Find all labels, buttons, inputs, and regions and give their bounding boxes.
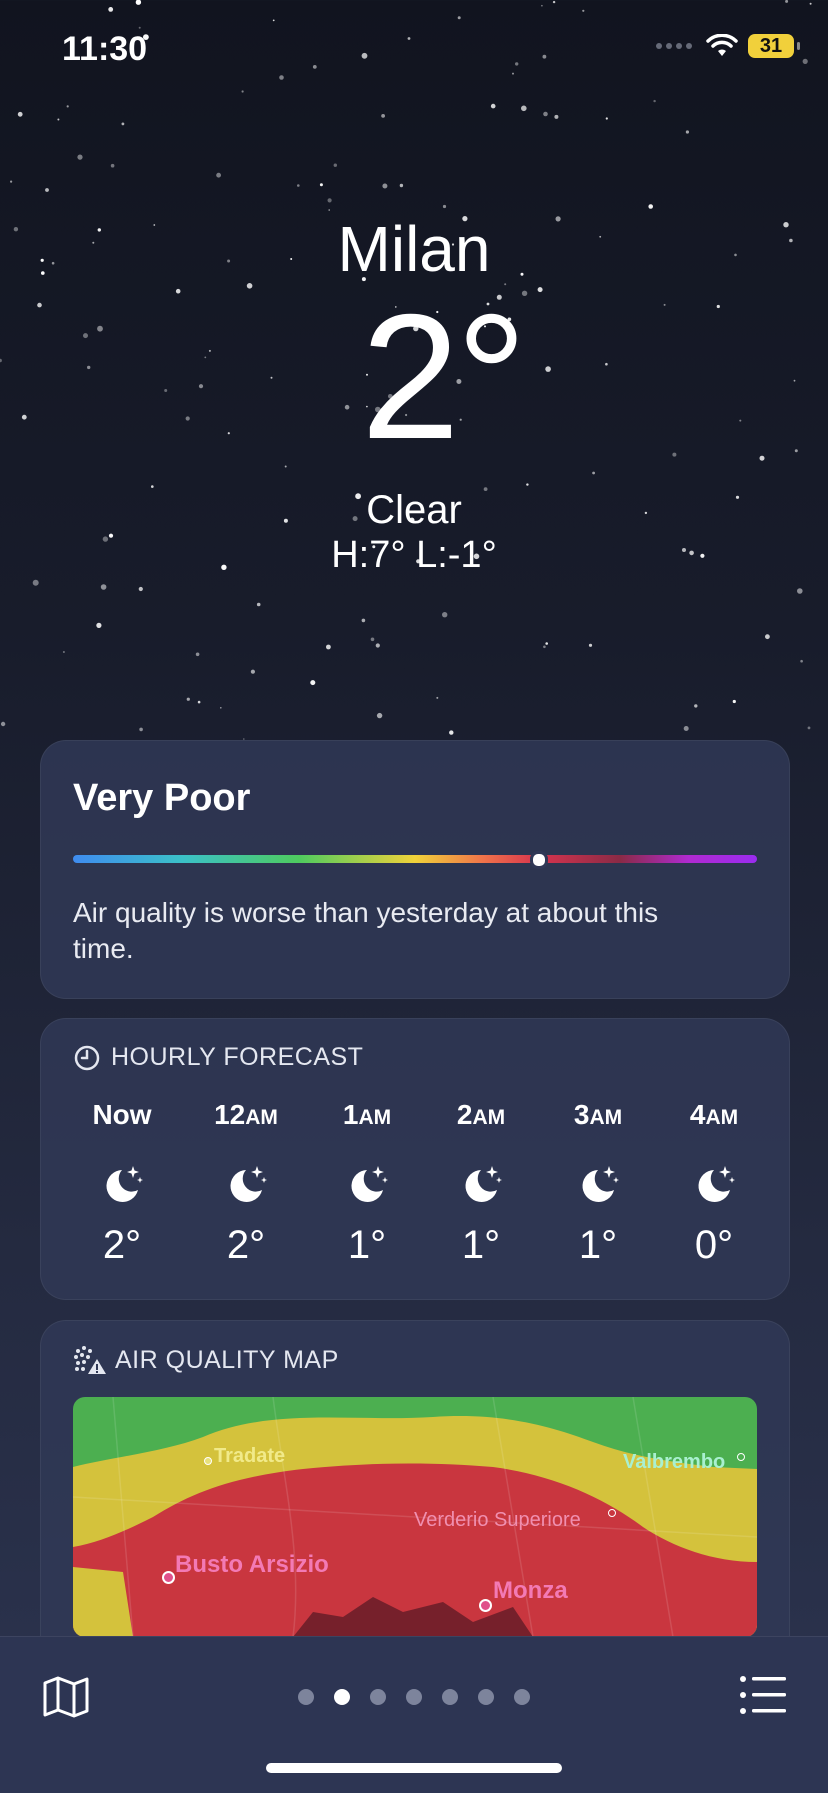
air-quality-map[interactable]: Tradate Valbrembo Verderio Superiore Bus… [73, 1397, 757, 1637]
map-pin-verderio-superiore [608, 1509, 616, 1517]
moon-stars-icon [351, 1166, 388, 1202]
hour-temperature: 1° [461, 1223, 501, 1267]
hour-temperature: 1° [578, 1223, 618, 1267]
air-quality-description: Air quality is worse than yesterday at a… [73, 897, 659, 964]
cellular-signal-icon [656, 43, 692, 49]
moon-stars-icon [582, 1166, 619, 1202]
air-quality-marker [530, 851, 549, 869]
wifi-icon [706, 34, 738, 56]
status-bar: 11:30 31 [0, 0, 828, 100]
moon-stars-icon [698, 1166, 735, 1202]
hour-label: Now [92, 1099, 152, 1130]
hour-label: 2AM [456, 1099, 506, 1130]
list-icon[interactable] [740, 1675, 786, 1715]
hour-label: 3AM [573, 1099, 623, 1130]
page-dot[interactable] [442, 1689, 458, 1705]
map-pin-monza [479, 1599, 492, 1612]
hourly-forecast-card[interactable]: HOURLY FORECAST Now 2° 12AM 2° 1AM 1° 2AM 1° 3AM… [40, 1018, 790, 1300]
hour-temperature: 2° [226, 1223, 266, 1267]
city-name: Milan [337, 213, 491, 285]
page-dot-active[interactable] [334, 1689, 350, 1705]
air-quality-map-header: AIR QUALITY MAP [73, 1345, 339, 1375]
map-pin-busto-arsizio [162, 1571, 175, 1584]
page-dot[interactable] [406, 1689, 422, 1705]
battery-level: 31 [759, 34, 783, 57]
hourly-forecast-scroller[interactable]: Now 2° 12AM 2° 1AM 1° 2AM 1° 3AM 1° 4AM 0° 5AM [41, 1099, 789, 1289]
condition-text: Clear [366, 488, 462, 532]
hourly-forecast-item: 5AM [767, 1099, 789, 1223]
air-quality-card[interactable]: Very Poor Air quality is worse than yest… [40, 740, 790, 999]
air-quality-warning-icon [74, 1346, 106, 1374]
page-dot[interactable] [370, 1689, 386, 1705]
hour-label: 1AM [342, 1099, 392, 1130]
current-temperature: 2° [360, 277, 527, 476]
battery-icon: 31 [748, 34, 800, 58]
map-label-valbrembo: Valbrembo [623, 1451, 726, 1473]
moon-stars-icon [106, 1166, 143, 1202]
hourly-forecast-item: 2AM 1° [426, 1099, 536, 1268]
air-quality-map-title: AIR QUALITY MAP [115, 1345, 339, 1374]
page-dot[interactable] [298, 1689, 314, 1705]
moon-stars-icon [465, 1166, 502, 1202]
hourly-forecast-item: 1AM 1° [312, 1099, 422, 1268]
map-pin-valbrembo [737, 1453, 745, 1461]
map-label-monza: Monza [493, 1577, 568, 1604]
hourly-forecast-item: 3AM 1° [543, 1099, 653, 1268]
high-low-text: H:7° L:-1° [331, 534, 497, 576]
hour-temperature: 2° [102, 1223, 142, 1267]
hour-label: 12AM [214, 1099, 278, 1130]
page-indicator[interactable] [0, 1689, 828, 1705]
hourly-forecast-item: Now 2° [67, 1099, 177, 1268]
hourly-forecast-item: 4AM 0° [659, 1099, 769, 1268]
bottom-toolbar [0, 1636, 828, 1793]
hourly-forecast-header: HOURLY FORECAST [73, 1043, 363, 1072]
page-dot[interactable] [514, 1689, 530, 1705]
air-quality-scale [73, 851, 757, 869]
map-label-verderio-superiore: Verderio Superiore [414, 1509, 581, 1531]
hour-temperature: 0° [694, 1223, 734, 1267]
hour-label: 5AM [767, 1099, 789, 1139]
clock-icon [74, 1045, 100, 1070]
status-time: 11:30 [62, 30, 148, 68]
hourly-forecast-item: 12AM 2° [191, 1099, 301, 1268]
map-label-tradate: Tradate [214, 1445, 286, 1467]
moon-stars-icon [230, 1166, 267, 1202]
hour-temperature: 1° [347, 1223, 387, 1267]
page-dot[interactable] [478, 1689, 494, 1705]
home-indicator [266, 1763, 562, 1773]
air-quality-category: Very Poor [73, 777, 251, 819]
map-label-busto-arsizio: Busto Arsizio [175, 1551, 329, 1578]
hourly-forecast-title: HOURLY FORECAST [111, 1043, 364, 1071]
hour-label: 4AM [689, 1099, 739, 1130]
map-pin-tradate [204, 1457, 212, 1465]
